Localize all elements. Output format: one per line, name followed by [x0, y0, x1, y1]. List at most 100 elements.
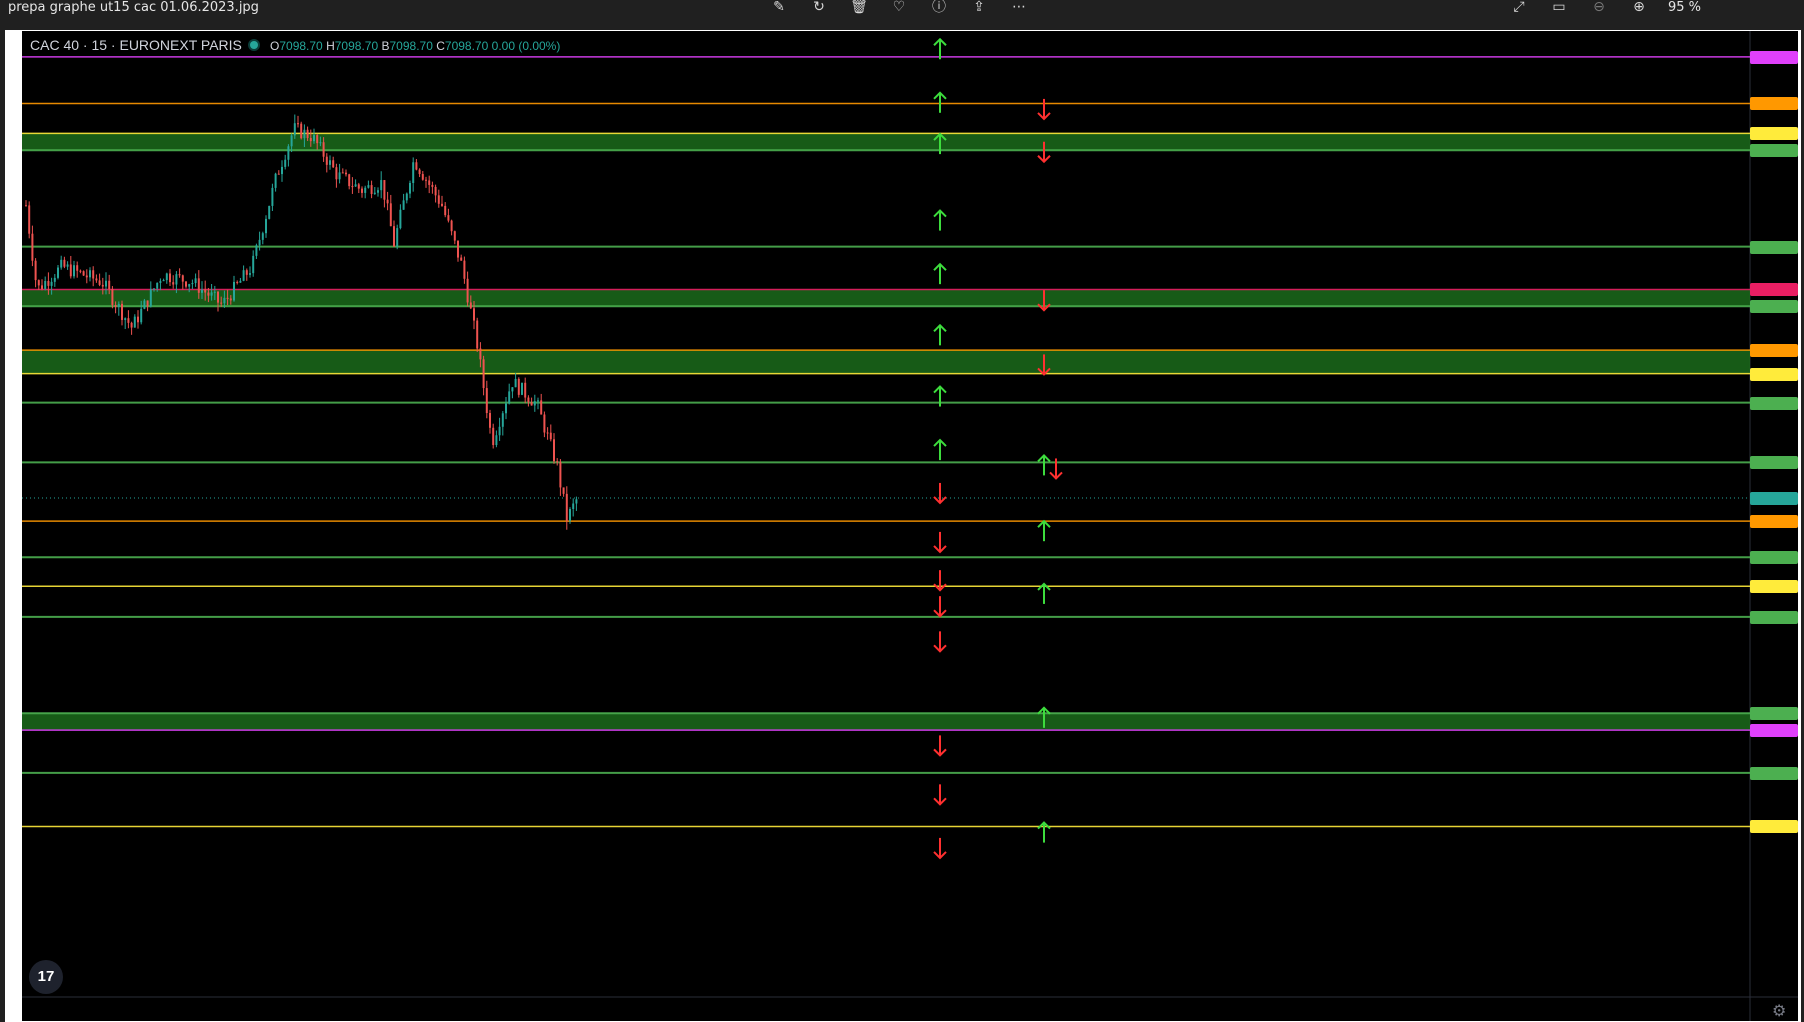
candle-body	[437, 195, 440, 204]
candle-body	[66, 264, 69, 267]
zoom-out-icon[interactable]: ⊖	[1586, 0, 1612, 16]
candle-body	[194, 278, 197, 284]
candle-body	[287, 146, 290, 160]
edit-icon[interactable]: ✎	[766, 0, 792, 16]
candle-body	[335, 167, 338, 180]
info-icon[interactable]: ⓘ	[926, 0, 952, 16]
candle-body	[111, 289, 114, 305]
candle-body	[233, 281, 235, 301]
candle-body	[325, 156, 328, 165]
high-label: H	[326, 39, 335, 53]
more-icon[interactable]: ⋯	[1006, 0, 1032, 16]
candle-body	[281, 166, 283, 175]
candle-body	[105, 280, 107, 287]
candle-body	[498, 426, 501, 436]
candle-body	[44, 280, 47, 289]
candle-body	[25, 205, 27, 207]
candle-body	[572, 503, 575, 509]
candle-body	[226, 297, 229, 299]
price-axis-tag	[1750, 766, 1798, 780]
candle-body	[255, 245, 258, 256]
candle-body	[421, 174, 424, 180]
candle-body	[69, 264, 72, 277]
candle-body	[101, 284, 104, 287]
candle-body	[41, 285, 43, 289]
low-label: B	[381, 39, 390, 53]
candle-body	[300, 123, 303, 139]
gear-icon[interactable]: ⚙	[1772, 1001, 1786, 1020]
candle-body	[133, 316, 136, 328]
price-axis-tag	[1750, 724, 1798, 738]
candle-body	[482, 359, 485, 389]
support-resistance-zone	[22, 350, 1750, 374]
candle-body	[210, 292, 213, 296]
price-axis-tag	[1750, 610, 1798, 624]
candle-body	[447, 215, 450, 221]
candle-body	[258, 239, 261, 246]
candle-body	[165, 273, 168, 281]
candle-body	[453, 231, 456, 241]
candle-body	[511, 387, 514, 392]
candle-body	[533, 401, 536, 406]
candle-body	[460, 257, 463, 261]
candle-body	[549, 432, 552, 440]
candle-body	[265, 218, 267, 234]
price-axis-tag	[1750, 820, 1798, 834]
candle-body	[229, 298, 232, 301]
candle-body	[501, 413, 504, 427]
candle-body	[249, 273, 251, 275]
candle-body	[117, 303, 120, 307]
close-label: C	[436, 39, 445, 53]
favorite-icon[interactable]: ♡	[886, 0, 912, 16]
candle-body	[220, 302, 223, 304]
price-axis-tag	[1750, 707, 1798, 721]
price-axis-tag	[1750, 344, 1798, 358]
price-axis-tag	[1750, 551, 1798, 565]
candle-body	[34, 260, 37, 281]
symbol-title: CAC 40 · 15 · EURONEXT PARIS	[30, 37, 242, 53]
candle-body	[389, 203, 392, 227]
candle-body	[92, 270, 95, 279]
candle-body	[268, 205, 271, 219]
candle-body	[143, 300, 146, 309]
price-axis-tag	[1750, 97, 1798, 111]
low-value: 7098.70	[389, 39, 433, 53]
viewer-toolbar: prepa graphe ut15 cac 01.06.2023.jpg ✎ ↻…	[0, 0, 1804, 30]
candle-body	[409, 183, 411, 194]
share-icon[interactable]: ⇪	[966, 0, 992, 16]
candle-body	[575, 499, 578, 504]
candle-body	[332, 160, 335, 168]
candle-body	[85, 275, 88, 278]
candle-body	[485, 388, 488, 414]
price-axis-tag	[1750, 300, 1798, 314]
candle-body	[146, 300, 149, 307]
delete-icon[interactable]: 🗑	[846, 0, 872, 16]
candle-body	[476, 320, 479, 349]
candle-body	[341, 172, 344, 174]
fullscreen-icon[interactable]: ⤢	[1506, 0, 1532, 16]
candle-body	[524, 382, 527, 398]
candle-body	[306, 129, 309, 139]
open-value: 7098.70	[279, 39, 323, 53]
rotate-icon[interactable]: ↻	[806, 0, 832, 16]
price-axis-tag	[1750, 396, 1798, 410]
candle-body	[53, 277, 56, 282]
candle-body	[261, 233, 264, 240]
candle-body	[463, 260, 466, 279]
candle-body	[569, 508, 571, 521]
candle-body	[124, 318, 127, 320]
candle-body	[370, 185, 373, 194]
candle-body	[469, 302, 472, 309]
candle-body	[309, 138, 312, 142]
trading-chart[interactable]: CAC 40 · 15 · EURONEXT PARIS O7098.70 H7…	[22, 31, 1798, 1021]
candle-body	[386, 199, 389, 204]
candle-body	[73, 265, 75, 277]
candle-body	[89, 270, 91, 278]
zoom-in-icon[interactable]: ⊕	[1626, 0, 1652, 16]
candle-body	[149, 289, 152, 307]
candle-body	[242, 270, 245, 281]
chart-plot[interactable]	[22, 31, 1798, 1021]
tradingview-logo-icon[interactable]: 17	[29, 960, 63, 994]
actual-size-icon[interactable]: ▭	[1546, 0, 1572, 16]
candle-body	[274, 173, 277, 188]
